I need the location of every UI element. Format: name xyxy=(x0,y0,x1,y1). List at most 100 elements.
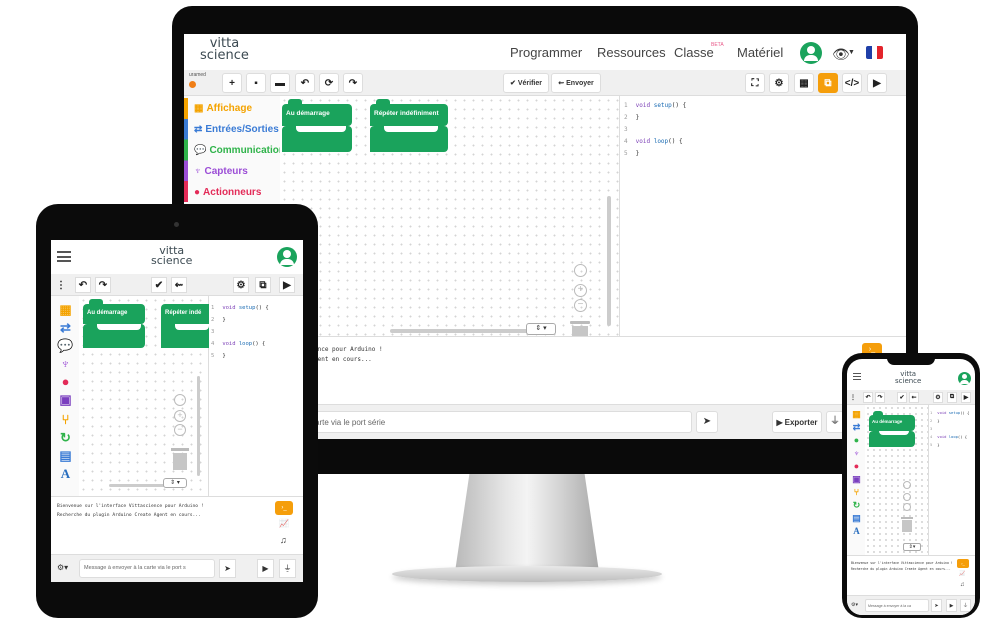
code-view-icon[interactable]: </> xyxy=(842,73,862,93)
zoom-in-icon[interactable] xyxy=(903,493,911,501)
zoom-reset-icon[interactable] xyxy=(174,394,186,406)
workspace-scrollbar-horizontal[interactable] xyxy=(109,484,169,487)
run-play-icon[interactable]: ▶ xyxy=(867,73,887,93)
loop-icon[interactable]: ↻ xyxy=(851,500,862,510)
blocks-view-icon[interactable]: ▦ xyxy=(794,73,814,93)
console-toggle-button[interactable]: ›_ xyxy=(957,559,969,568)
fullscreen-icon[interactable]: ⛶ xyxy=(745,73,765,93)
settings-gear-icon[interactable]: ⚙ xyxy=(769,73,789,93)
undo-icon[interactable]: ↶ xyxy=(863,392,873,403)
serial-message-input[interactable]: carte via le port série xyxy=(302,411,692,433)
send-message-icon[interactable]: ➤ xyxy=(696,411,718,433)
vittascience-logo[interactable]: vitta science xyxy=(895,371,921,384)
zoom-out-icon[interactable]: − xyxy=(174,424,186,436)
nav-ressources[interactable]: Ressources xyxy=(597,45,666,60)
chevron-down-icon[interactable]: ▼ xyxy=(848,49,855,56)
vittascience-logo[interactable]: vitta science xyxy=(200,37,249,63)
plug-connect-icon[interactable]: ⏚ xyxy=(279,559,296,578)
workspace-scrollbar-vertical[interactable] xyxy=(607,196,611,326)
resize-handle-icon[interactable]: ⇕▾ xyxy=(903,543,921,551)
user-avatar-icon[interactable] xyxy=(277,247,297,267)
phone-blocks-workspace[interactable]: Au démarrage ⇕▾ xyxy=(865,405,929,555)
add-icon[interactable]: + xyxy=(222,73,242,93)
bulb-icon[interactable]: ● xyxy=(851,461,862,471)
console-toggle-button[interactable]: ›_ xyxy=(275,501,293,515)
undo-icon[interactable]: ↶ xyxy=(295,73,315,93)
loop-icon[interactable]: ↻ xyxy=(57,430,74,445)
bulb-icon[interactable]: ● xyxy=(57,374,74,389)
plug-icon[interactable]: ♆ xyxy=(57,356,74,371)
redo-icon[interactable]: ↷ xyxy=(875,392,885,403)
category-capteurs[interactable]: ♆ Capteurs xyxy=(184,161,280,182)
block-au-demarrage[interactable]: Au démarrage xyxy=(869,411,915,431)
hamburger-menu-icon[interactable] xyxy=(57,251,71,262)
grid-icon[interactable]: ▦ xyxy=(851,409,862,419)
check-icon[interactable]: ✔ xyxy=(151,277,167,293)
settings-gear-icon[interactable]: ⚙▾ xyxy=(57,563,68,572)
blocks-workspace[interactable]: Au démarrage Répéter indéfiniment + − ⇕ … xyxy=(280,96,620,345)
workspace-scrollbar-vertical[interactable] xyxy=(197,376,200,476)
branch-icon[interactable]: ⑂ xyxy=(57,412,74,427)
arrows-icon[interactable]: ⇄ xyxy=(57,320,74,335)
send-message-icon[interactable]: ➤ xyxy=(219,559,236,578)
zoom-out-icon[interactable] xyxy=(903,503,911,511)
text-icon[interactable]: A xyxy=(57,466,74,481)
redo-icon[interactable]: ↷ xyxy=(95,277,111,293)
check-icon[interactable]: ✔ xyxy=(897,392,907,403)
text-icon[interactable]: A xyxy=(851,526,862,536)
robot-icon[interactable]: ▣ xyxy=(851,474,862,484)
zoom-out-icon[interactable]: − xyxy=(574,299,587,312)
chat-icon[interactable]: 💬 xyxy=(57,338,74,353)
nav-classe[interactable]: Classe xyxy=(674,45,714,60)
export-button[interactable]: ▶ Exporter xyxy=(772,411,822,433)
plug-connect-icon[interactable]: ⏚ xyxy=(960,599,971,612)
music-note-icon[interactable]: ♫ xyxy=(960,582,965,588)
grid-icon[interactable]: ▦ xyxy=(57,302,74,317)
trash-icon[interactable] xyxy=(901,517,913,533)
nav-programmer[interactable]: Programmer xyxy=(510,45,582,60)
music-note-icon[interactable]: ♫ xyxy=(280,535,287,545)
phone-code-editor[interactable]: 1 void setup() { 2 } 3 4 void loop() { 5… xyxy=(930,409,975,549)
run-play-icon[interactable]: ▶ xyxy=(961,392,971,403)
zoom-reset-icon[interactable] xyxy=(903,481,911,489)
block-repeter-indefiniment[interactable]: Répéter indéfiniment xyxy=(370,99,448,126)
category-entrees-sorties[interactable]: ⇄ Entrées/Sorties xyxy=(184,119,280,140)
serial-message-input[interactable]: Message à envoyer à la ca xyxy=(865,599,929,612)
resize-handle-icon[interactable]: ⇕ ▾ xyxy=(163,478,187,488)
workspace-scrollbar-horizontal[interactable] xyxy=(390,329,530,333)
settings-gear-icon[interactable]: ⚙▾ xyxy=(851,602,858,608)
vittascience-logo[interactable]: vitta science xyxy=(151,245,192,267)
export-icon[interactable]: ▶ xyxy=(946,599,957,612)
zoom-in-icon[interactable]: + xyxy=(174,410,186,422)
calculator-icon[interactable]: ▤ xyxy=(851,513,862,523)
user-avatar-icon[interactable] xyxy=(800,42,822,64)
verify-button[interactable]: ✔ Vérifier xyxy=(503,73,549,93)
more-vertical-icon[interactable]: ⋮ xyxy=(849,392,857,403)
hamburger-menu-icon[interactable] xyxy=(853,373,861,380)
tablet-blocks-workspace[interactable]: Au démarrage Répéter indé + − ⇕ ▾ xyxy=(79,296,209,496)
save-icon[interactable]: ▪ xyxy=(246,73,266,93)
category-actionneurs[interactable]: ● Actionneurs xyxy=(184,182,280,203)
block-au-demarrage[interactable]: Au démarrage xyxy=(282,99,352,126)
export-icon[interactable]: ▶ xyxy=(257,559,274,578)
plotter-chart-icon[interactable]: 📈 xyxy=(279,519,289,528)
send-message-icon[interactable]: ➤ xyxy=(931,599,942,612)
settings-gear-icon[interactable]: ⚙ xyxy=(933,392,943,403)
plotter-chart-icon[interactable]: 📈 xyxy=(959,571,965,577)
nav-materiel[interactable]: Matériel xyxy=(737,45,783,60)
usb-icon[interactable]: ⇜ xyxy=(171,277,187,293)
robot-icon[interactable]: ▣ xyxy=(57,392,74,407)
split-view-icon[interactable]: ⧉ xyxy=(818,73,838,93)
undo-icon[interactable]: ↶ xyxy=(75,277,91,293)
block-au-demarrage[interactable]: Au démarrage xyxy=(83,299,145,324)
sync-icon[interactable]: ⟳ xyxy=(319,73,339,93)
user-avatar-icon[interactable] xyxy=(958,372,971,385)
arrows-icon[interactable]: ⇄ xyxy=(851,422,862,432)
redo-icon[interactable]: ↷ xyxy=(343,73,363,93)
zoom-in-icon[interactable]: + xyxy=(574,284,587,297)
chat-icon[interactable]: ● xyxy=(851,435,862,445)
resize-handle-icon[interactable]: ⇕ ▾ xyxy=(526,323,556,335)
plug-icon[interactable]: ♆ xyxy=(851,448,862,458)
code-editor[interactable]: 1 void setup() { 2 } 3 4 void loop() { 5… xyxy=(620,98,906,334)
calculator-icon[interactable]: ▤ xyxy=(57,448,74,463)
